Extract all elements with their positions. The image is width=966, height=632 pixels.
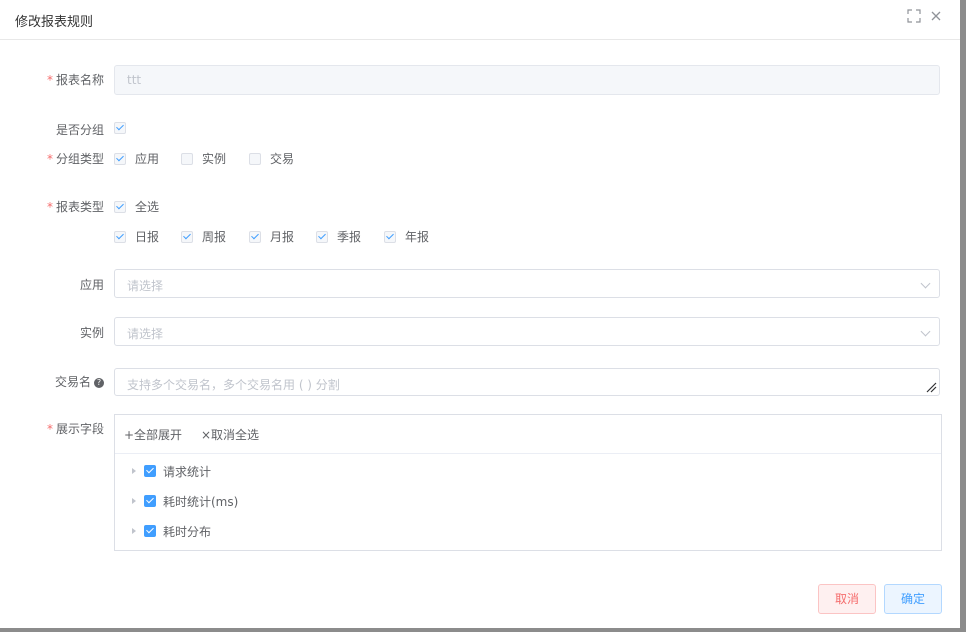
transaction-name-textarea[interactable]: 支持多个交易名，多个交易名用 ( ) 分割 bbox=[114, 368, 940, 396]
caret-right-icon[interactable] bbox=[132, 498, 136, 504]
tree-node-request-stats[interactable]: 请求统计 bbox=[115, 461, 211, 481]
report-type-quarterly[interactable]: 季报 bbox=[316, 228, 361, 245]
fullscreen-icon[interactable] bbox=[907, 9, 921, 23]
display-fields-label: * 展示字段 bbox=[46, 422, 104, 436]
close-icon[interactable] bbox=[929, 9, 943, 23]
report-type-weekly[interactable]: 周报 bbox=[181, 228, 226, 245]
checkbox-box[interactable] bbox=[114, 152, 126, 165]
report-type-select-all[interactable]: 全选 bbox=[114, 198, 159, 215]
tree-node-latency-stats[interactable]: 耗时统计(ms) bbox=[115, 491, 238, 511]
chevron-down-icon bbox=[920, 278, 931, 289]
app-select[interactable]: 请选择 bbox=[114, 269, 940, 298]
caret-right-icon[interactable] bbox=[132, 528, 136, 534]
instance-label: 实例 bbox=[79, 326, 104, 340]
transaction-name-placeholder: 支持多个交易名，多个交易名用 ( ) 分割 bbox=[127, 378, 340, 392]
tree-node-latency-distribution[interactable]: 耗时分布 bbox=[115, 521, 211, 541]
checkbox-box[interactable] bbox=[181, 230, 193, 243]
checkbox-box[interactable] bbox=[249, 230, 261, 243]
report-name-label: * 报表名称 bbox=[46, 73, 104, 87]
checkbox-box[interactable] bbox=[384, 230, 396, 243]
group-option-app[interactable]: 应用 bbox=[114, 150, 159, 167]
app-select-placeholder: 请选择 bbox=[127, 279, 164, 293]
resize-handle-icon[interactable] bbox=[925, 381, 937, 393]
app-label: 应用 bbox=[79, 278, 104, 292]
report-name-value: ttt bbox=[127, 73, 142, 87]
checkbox-box[interactable] bbox=[181, 152, 193, 165]
confirm-button[interactable]: 确定 bbox=[884, 584, 942, 614]
group-type-label: * 分组类型 bbox=[46, 152, 104, 166]
checkbox-box[interactable] bbox=[114, 122, 126, 134]
expand-all-button[interactable]: +全部展开 bbox=[124, 426, 182, 443]
window-edge-bottom bbox=[0, 628, 960, 632]
checkbox-box[interactable] bbox=[144, 495, 156, 507]
dialog-title: 修改报表规则 bbox=[15, 15, 94, 30]
instance-select-placeholder: 请选择 bbox=[127, 327, 164, 341]
caret-right-icon[interactable] bbox=[132, 468, 136, 474]
report-type-yearly[interactable]: 年报 bbox=[384, 228, 429, 245]
transaction-name-label: 交易名? bbox=[0, 373, 104, 390]
cancel-button[interactable]: 取消 bbox=[818, 584, 876, 614]
checkbox-box[interactable] bbox=[114, 230, 126, 243]
group-option-instance[interactable]: 实例 bbox=[181, 150, 226, 167]
tree-toolbar: +全部展开 ×取消全选 bbox=[115, 415, 941, 454]
display-fields-tree: +全部展开 ×取消全选 请求统计 耗时统计(ms) 耗时分布 bbox=[114, 414, 942, 551]
report-type-label: * 报表类型 bbox=[46, 200, 104, 214]
report-name-input[interactable]: ttt bbox=[114, 65, 940, 95]
cancel-select-all-button[interactable]: ×取消全选 bbox=[201, 426, 259, 443]
instance-select[interactable]: 请选择 bbox=[114, 317, 940, 346]
checkbox-box[interactable] bbox=[144, 525, 156, 537]
report-type-daily[interactable]: 日报 bbox=[114, 228, 159, 245]
checkbox-box[interactable] bbox=[144, 465, 156, 477]
checkbox-box[interactable] bbox=[316, 230, 328, 243]
dialog-header: 修改报表规则 bbox=[0, 0, 960, 40]
is-group-checkbox[interactable] bbox=[114, 122, 126, 134]
chevron-down-icon bbox=[920, 326, 931, 337]
checkbox-box[interactable] bbox=[249, 152, 261, 165]
help-icon[interactable]: ? bbox=[94, 378, 104, 388]
report-type-monthly[interactable]: 月报 bbox=[249, 228, 294, 245]
is-group-label: 是否分组 bbox=[55, 123, 104, 137]
checkbox-box[interactable] bbox=[114, 200, 126, 213]
window-edge-right bbox=[960, 0, 966, 632]
group-option-transaction[interactable]: 交易 bbox=[249, 150, 294, 167]
